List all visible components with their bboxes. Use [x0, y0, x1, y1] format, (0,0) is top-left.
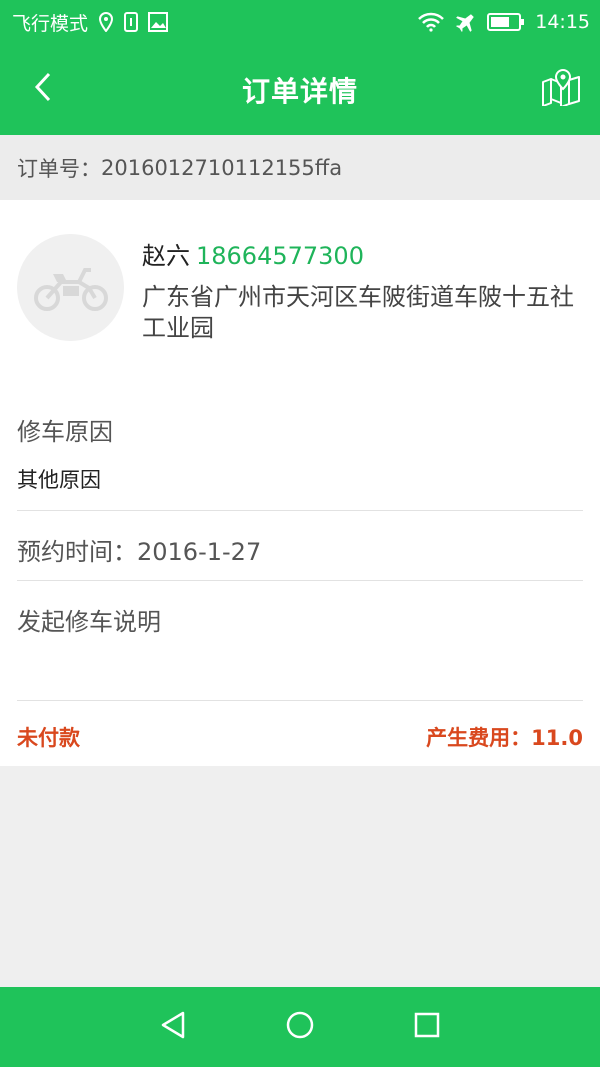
app-bar: 订单详情	[0, 44, 600, 135]
status-bar-right: 14:15	[417, 11, 590, 33]
status-time: 14:15	[535, 11, 590, 33]
system-nav-bar	[0, 987, 600, 1067]
divider	[17, 580, 583, 581]
carrier-text: 飞行模式	[12, 12, 89, 35]
repair-reason-label: 修车原因	[17, 418, 113, 446]
repair-reason-value: 其他原因	[17, 468, 101, 492]
customer-name: 赵六	[142, 242, 190, 270]
motorcycle-icon	[33, 260, 109, 316]
appointment-time: 预约时间：2016-1-27	[17, 532, 261, 567]
customer-phone[interactable]: 18664577300	[196, 242, 364, 270]
page-title: 订单详情	[241, 75, 358, 108]
customer-address: 广东省广州市天河区车陂街道车陂十五社工业园	[142, 283, 574, 342]
payment-status: 未付款	[17, 726, 80, 750]
nav-back-button[interactable]	[143, 997, 203, 1057]
status-bar: 飞行模式 14:15	[0, 0, 600, 44]
map-button[interactable]	[536, 64, 586, 114]
nav-recents-button[interactable]	[397, 997, 457, 1057]
fee-amount: 产生费用：11.0	[426, 722, 583, 752]
square-recents-icon	[413, 1011, 441, 1043]
divider	[17, 510, 583, 511]
battery-icon	[487, 12, 525, 32]
fee-label: 产生费用：	[426, 726, 532, 750]
order-number-label: 订单号：	[17, 156, 101, 181]
appointment-value: 2016-1-27	[137, 538, 262, 566]
customer-name-line: 赵六 18664577300	[142, 236, 364, 271]
circle-home-icon	[285, 1010, 315, 1044]
airplane-icon	[455, 11, 477, 33]
avatar	[17, 234, 124, 341]
status-bar-left: 飞行模式	[12, 9, 169, 36]
map-location-icon	[541, 68, 581, 110]
triangle-back-icon	[159, 1010, 187, 1044]
image-icon	[148, 12, 169, 32]
order-detail-card: 赵六 18664577300 广东省广州市天河区车陂街道车陂十五社工业园 修车原因…	[0, 200, 600, 766]
appointment-label: 预约时间：	[17, 538, 137, 566]
nav-home-button[interactable]	[270, 997, 330, 1057]
wifi-icon	[417, 12, 445, 32]
sim-icon	[124, 12, 139, 32]
repair-description-label: 发起修车说明	[17, 608, 161, 636]
divider	[17, 700, 583, 701]
location-icon	[98, 12, 114, 32]
order-number-value: 2016012710112155ffa	[101, 155, 343, 180]
order-number-bar: 订单号： 2016012710112155ffa	[0, 135, 600, 200]
fee-value: 11.0	[531, 726, 583, 750]
